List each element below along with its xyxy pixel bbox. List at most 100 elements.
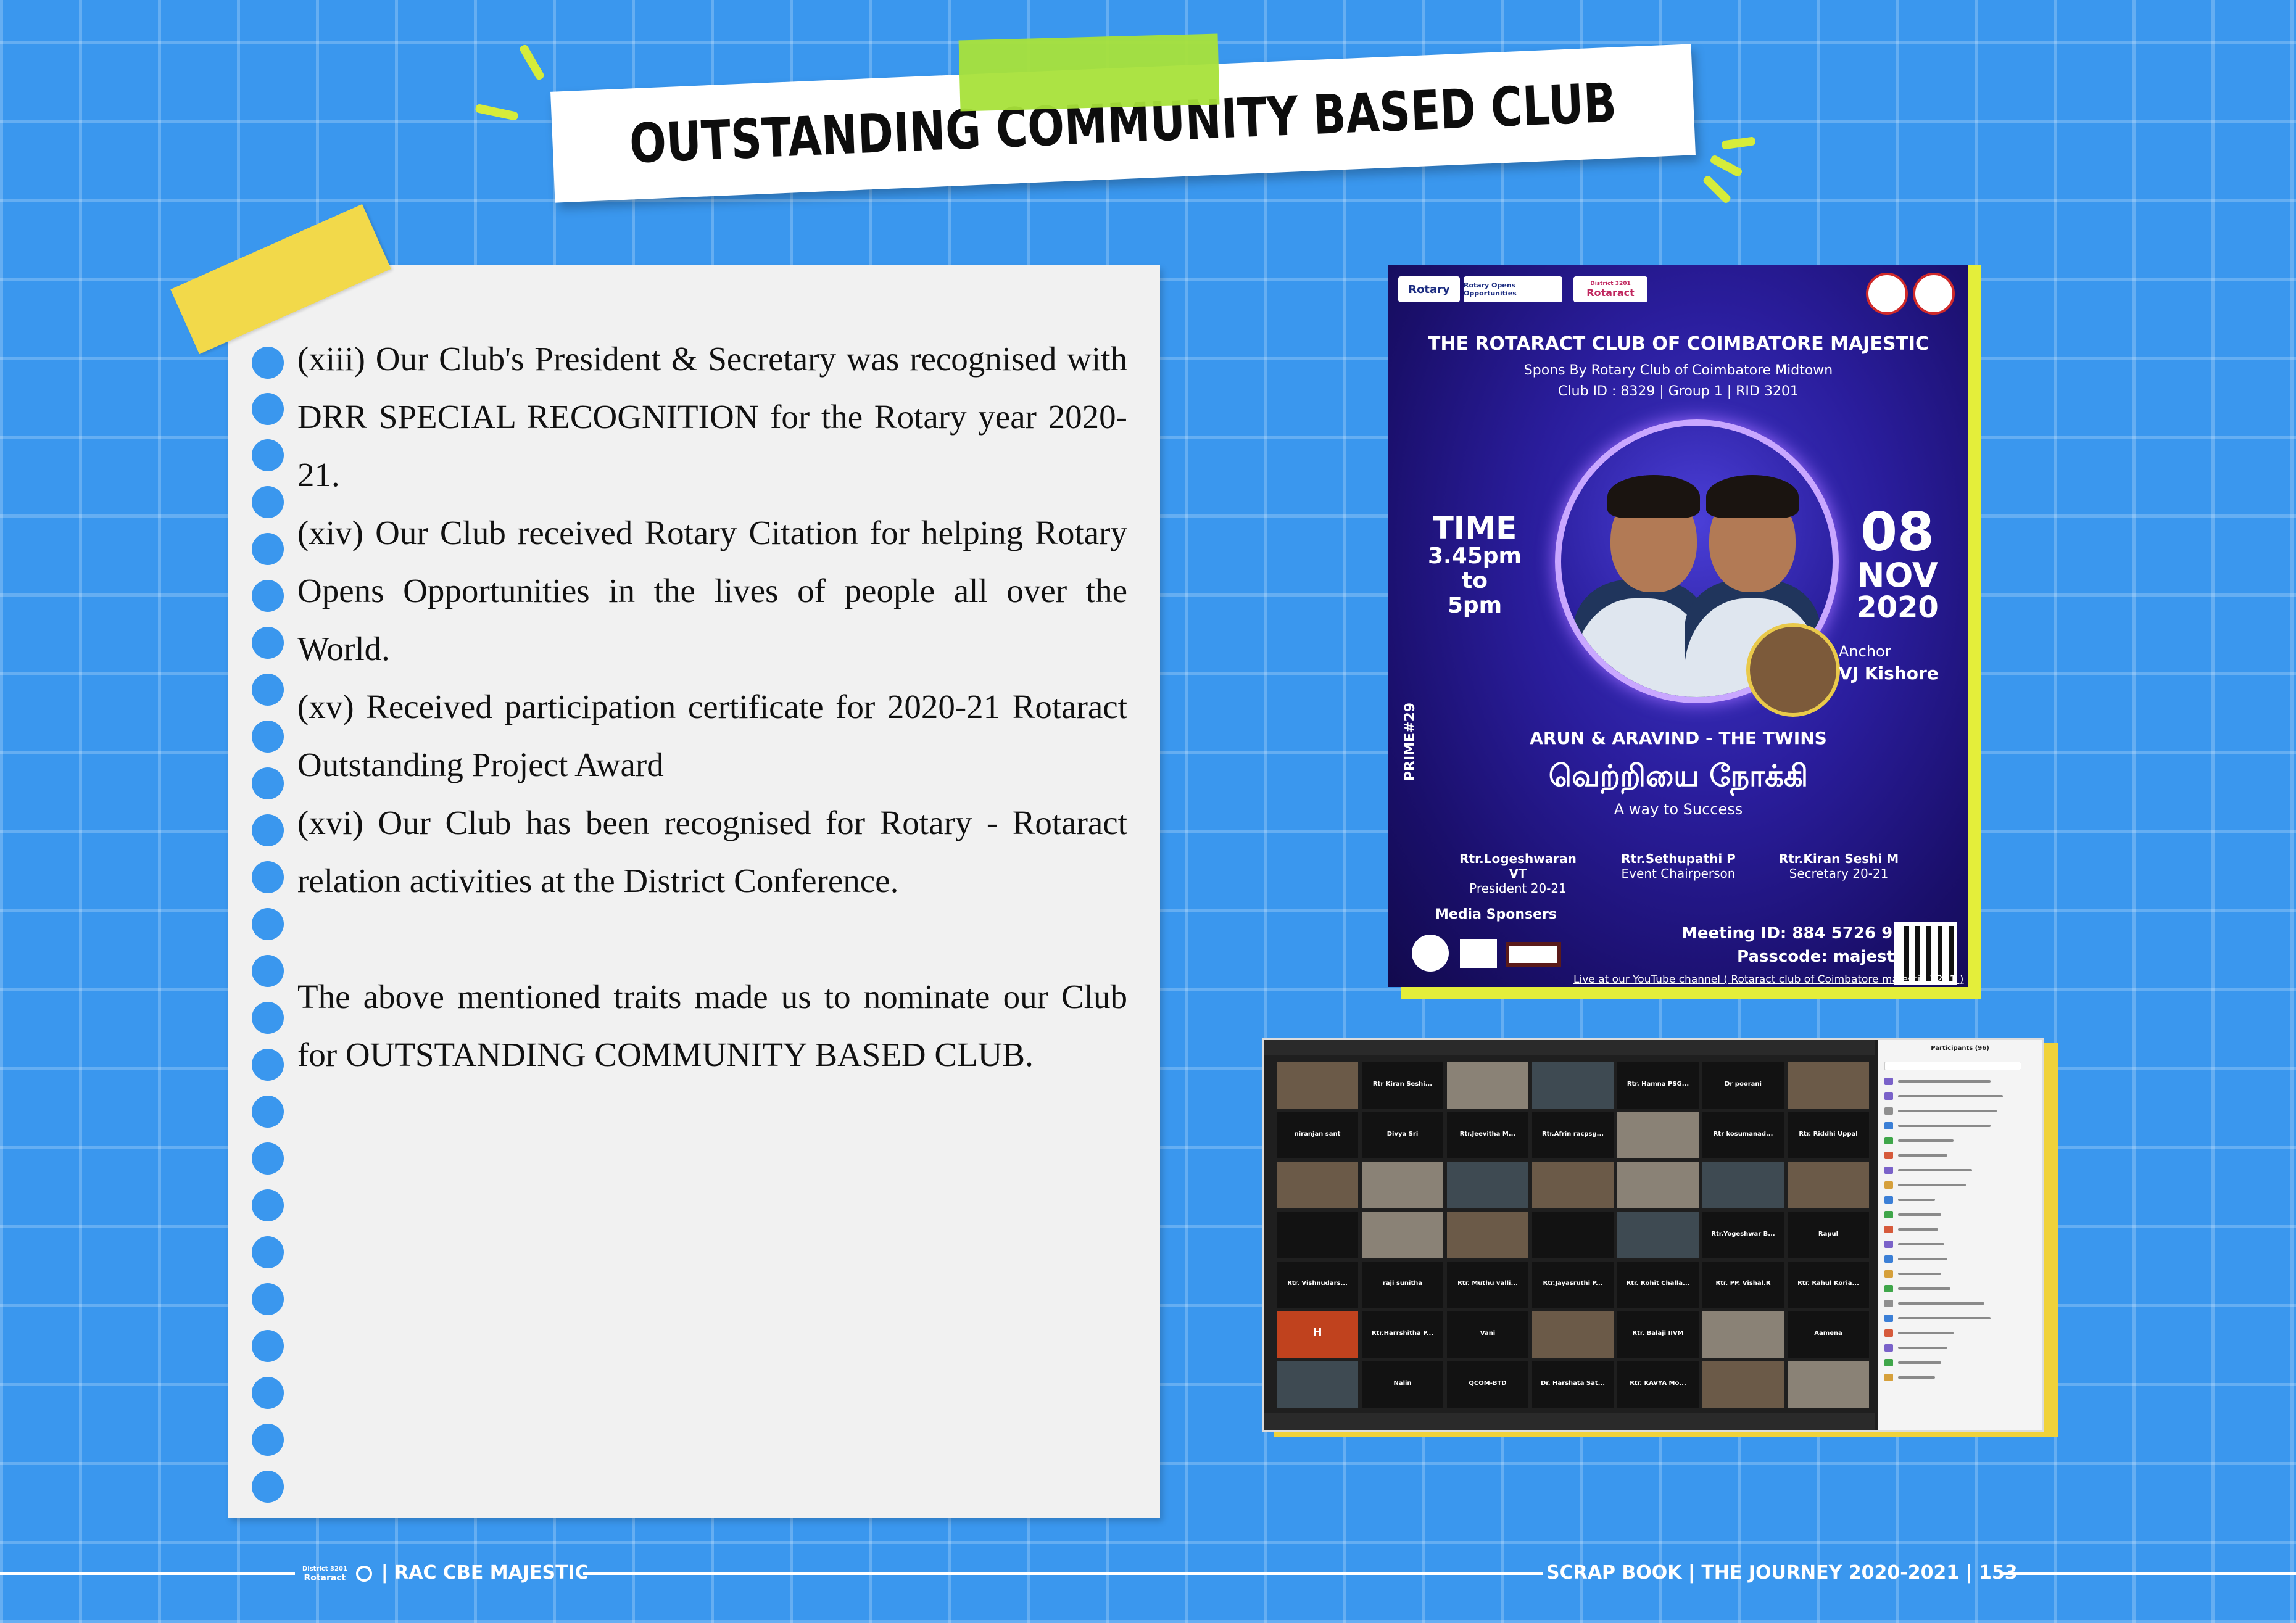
spark-decoration (1709, 154, 1744, 178)
participant-tile: niranjan sant (1277, 1112, 1358, 1158)
participant-tile: Rtr. Muthu valli... (1447, 1262, 1528, 1308)
participant-tile: Nalin (1362, 1361, 1443, 1408)
sponsor: Spons By Rotary Club of Coimbatore Midto… (1523, 363, 1833, 378)
binder-hole (252, 580, 284, 612)
participant-tile (1532, 1162, 1614, 1208)
binder-hole (252, 627, 284, 659)
media-logo-icon (1460, 939, 1497, 968)
youtube-line: Live at our YouTube channel ( Rotaract c… (1573, 973, 1964, 986)
anchor-label: Anchor (1839, 643, 1891, 660)
binder-hole (252, 1283, 284, 1315)
participant-tile: Rtr.Harrshitha P... (1362, 1311, 1443, 1358)
spark-decoration (475, 103, 519, 122)
time-block: TIME 3.45pm to 5pm (1425, 512, 1524, 618)
date-block: 08 NOV 2020 (1842, 506, 1953, 623)
speakers-name: ARUN & ARAVIND - THE TWINS (1530, 728, 1827, 748)
participant-tile (1447, 1212, 1528, 1258)
event-poster: Rotary Rotary Opens Opportunities Distri… (1388, 265, 1968, 987)
binder-hole (252, 767, 284, 799)
participant-tile (1617, 1112, 1699, 1158)
binder-hole (252, 721, 284, 753)
binder-hole (252, 1142, 284, 1175)
participant-tile: Rtr kosumanad... (1702, 1112, 1784, 1158)
paragraph: (xvi) Our Club has been recognised for R… (297, 804, 1127, 899)
participant-tile: Rtr Kiran Seshi... (1362, 1062, 1443, 1109)
footer-rule (2002, 1572, 2296, 1575)
paragraph: (xv) Received participation certificate … (297, 688, 1127, 783)
participant-tile: Rtr. Rohit Challa... (1617, 1262, 1699, 1308)
participant-tile: Rtr. Balaji IIVM (1617, 1311, 1699, 1358)
participant-tile: Rtr. PP. Vishal.R (1702, 1262, 1784, 1308)
rotary-wheel-icon (356, 1565, 373, 1582)
participant-tile: Vani (1447, 1311, 1528, 1358)
club-emblem-icon (1913, 273, 1955, 315)
footer-rule (583, 1572, 1543, 1575)
footer-left-text: | RAC CBE MAJESTIC (381, 1562, 589, 1584)
meeting-id: Meeting ID: 884 5726 9332 (1681, 924, 1926, 943)
binder-hole (252, 1096, 284, 1128)
binder-hole (252, 439, 284, 471)
participant-tile (1617, 1162, 1699, 1208)
binder-hole (252, 1049, 284, 1081)
participant-tile (1532, 1062, 1614, 1109)
binder-hole (252, 533, 284, 565)
participant-tile: Aamena (1788, 1311, 1869, 1358)
paragraph: (xiv) Our Club received Rotary Citation … (297, 514, 1127, 667)
participant-tile (1277, 1361, 1358, 1408)
participant-tile (1362, 1212, 1443, 1258)
date-day: 08 (1860, 502, 1934, 563)
person-block: Rtr.Logeshwaran VT President 20-21 (1459, 851, 1577, 896)
person-block: Rtr.Kiran Seshi M Secretary 20-21 (1778, 851, 1899, 881)
roo-logo: Rotary Opens Opportunities (1464, 276, 1562, 302)
binder-hole (252, 1471, 284, 1503)
binder-hole (252, 1236, 284, 1268)
passcode: Passcode: majestic (1737, 948, 1910, 966)
binder-hole (252, 1002, 284, 1034)
participant-tile (1362, 1162, 1443, 1208)
participant-tile: Rtr. KAVYA Mo... (1617, 1361, 1699, 1408)
binder-hole (252, 1424, 284, 1456)
participant-tile: Rtr. Rahul Koria... (1788, 1262, 1869, 1308)
participant-tile (1277, 1212, 1358, 1258)
binder-hole (252, 814, 284, 846)
binder-hole (252, 674, 284, 706)
footer-left: District 3201 Rotaract | RAC CBE MAJESTI… (302, 1561, 589, 1585)
binder-hole (252, 393, 284, 425)
binder-hole (252, 1377, 284, 1409)
participant-tile (1532, 1212, 1614, 1258)
paper-text: (xiii) Our Club's President & Secretary … (297, 330, 1127, 1084)
anchor-name: VJ Kishore (1839, 663, 1939, 683)
zoom-screenshot: Rtr Kiran Seshi... Rtr. Hamna PSG... Dr … (1262, 1038, 2044, 1432)
participant-tile (1277, 1162, 1358, 1208)
footer-rule (0, 1572, 295, 1575)
binder-hole (252, 955, 284, 987)
participant-tile: Rtr.Jeevitha M... (1447, 1112, 1528, 1158)
rotaract-logo: District 3201 Rotaract (302, 1565, 347, 1583)
paragraph: The above mentioned traits made us to no… (297, 978, 1127, 1073)
rotary-logo: Rotary (1398, 276, 1460, 302)
person-block: Rtr.Sethupathi P Event Chairperson (1621, 851, 1736, 881)
title-tape (958, 33, 1220, 112)
spark-decoration (518, 43, 545, 81)
participants-panel: Participants (96) (1878, 1040, 2042, 1430)
participant-tile (1447, 1162, 1528, 1208)
zoom-gallery: Rtr Kiran Seshi... Rtr. Hamna PSG... Dr … (1277, 1062, 1869, 1408)
participant-tile: Divya Sri (1362, 1112, 1443, 1158)
binder-hole (252, 861, 284, 893)
participant-tile (1788, 1162, 1869, 1208)
participant-tile: Dr poorani (1702, 1062, 1784, 1109)
paragraph: (xiii) Our Club's President & Secretary … (297, 340, 1127, 494)
rotaract-logo: District 3201 Rotaract (1573, 276, 1647, 302)
participant-tile: Rtr. Vishnudars... (1277, 1262, 1358, 1308)
participant-tile: raji sunitha (1362, 1262, 1443, 1308)
media-logo-icon (1412, 935, 1449, 972)
participant-tile (1447, 1062, 1528, 1109)
participant-tile (1277, 1062, 1358, 1109)
media-logo-icon (1506, 942, 1561, 967)
participant-tile (1617, 1212, 1699, 1258)
binder-hole (252, 347, 284, 379)
participant-tile (1532, 1311, 1614, 1358)
participant-tile: Rapul (1788, 1212, 1869, 1258)
club-emblem-icon (1866, 273, 1908, 315)
footer-right-text: SCRAP BOOK | THE JOURNEY 2020-2021 | 153 (1546, 1562, 2018, 1584)
